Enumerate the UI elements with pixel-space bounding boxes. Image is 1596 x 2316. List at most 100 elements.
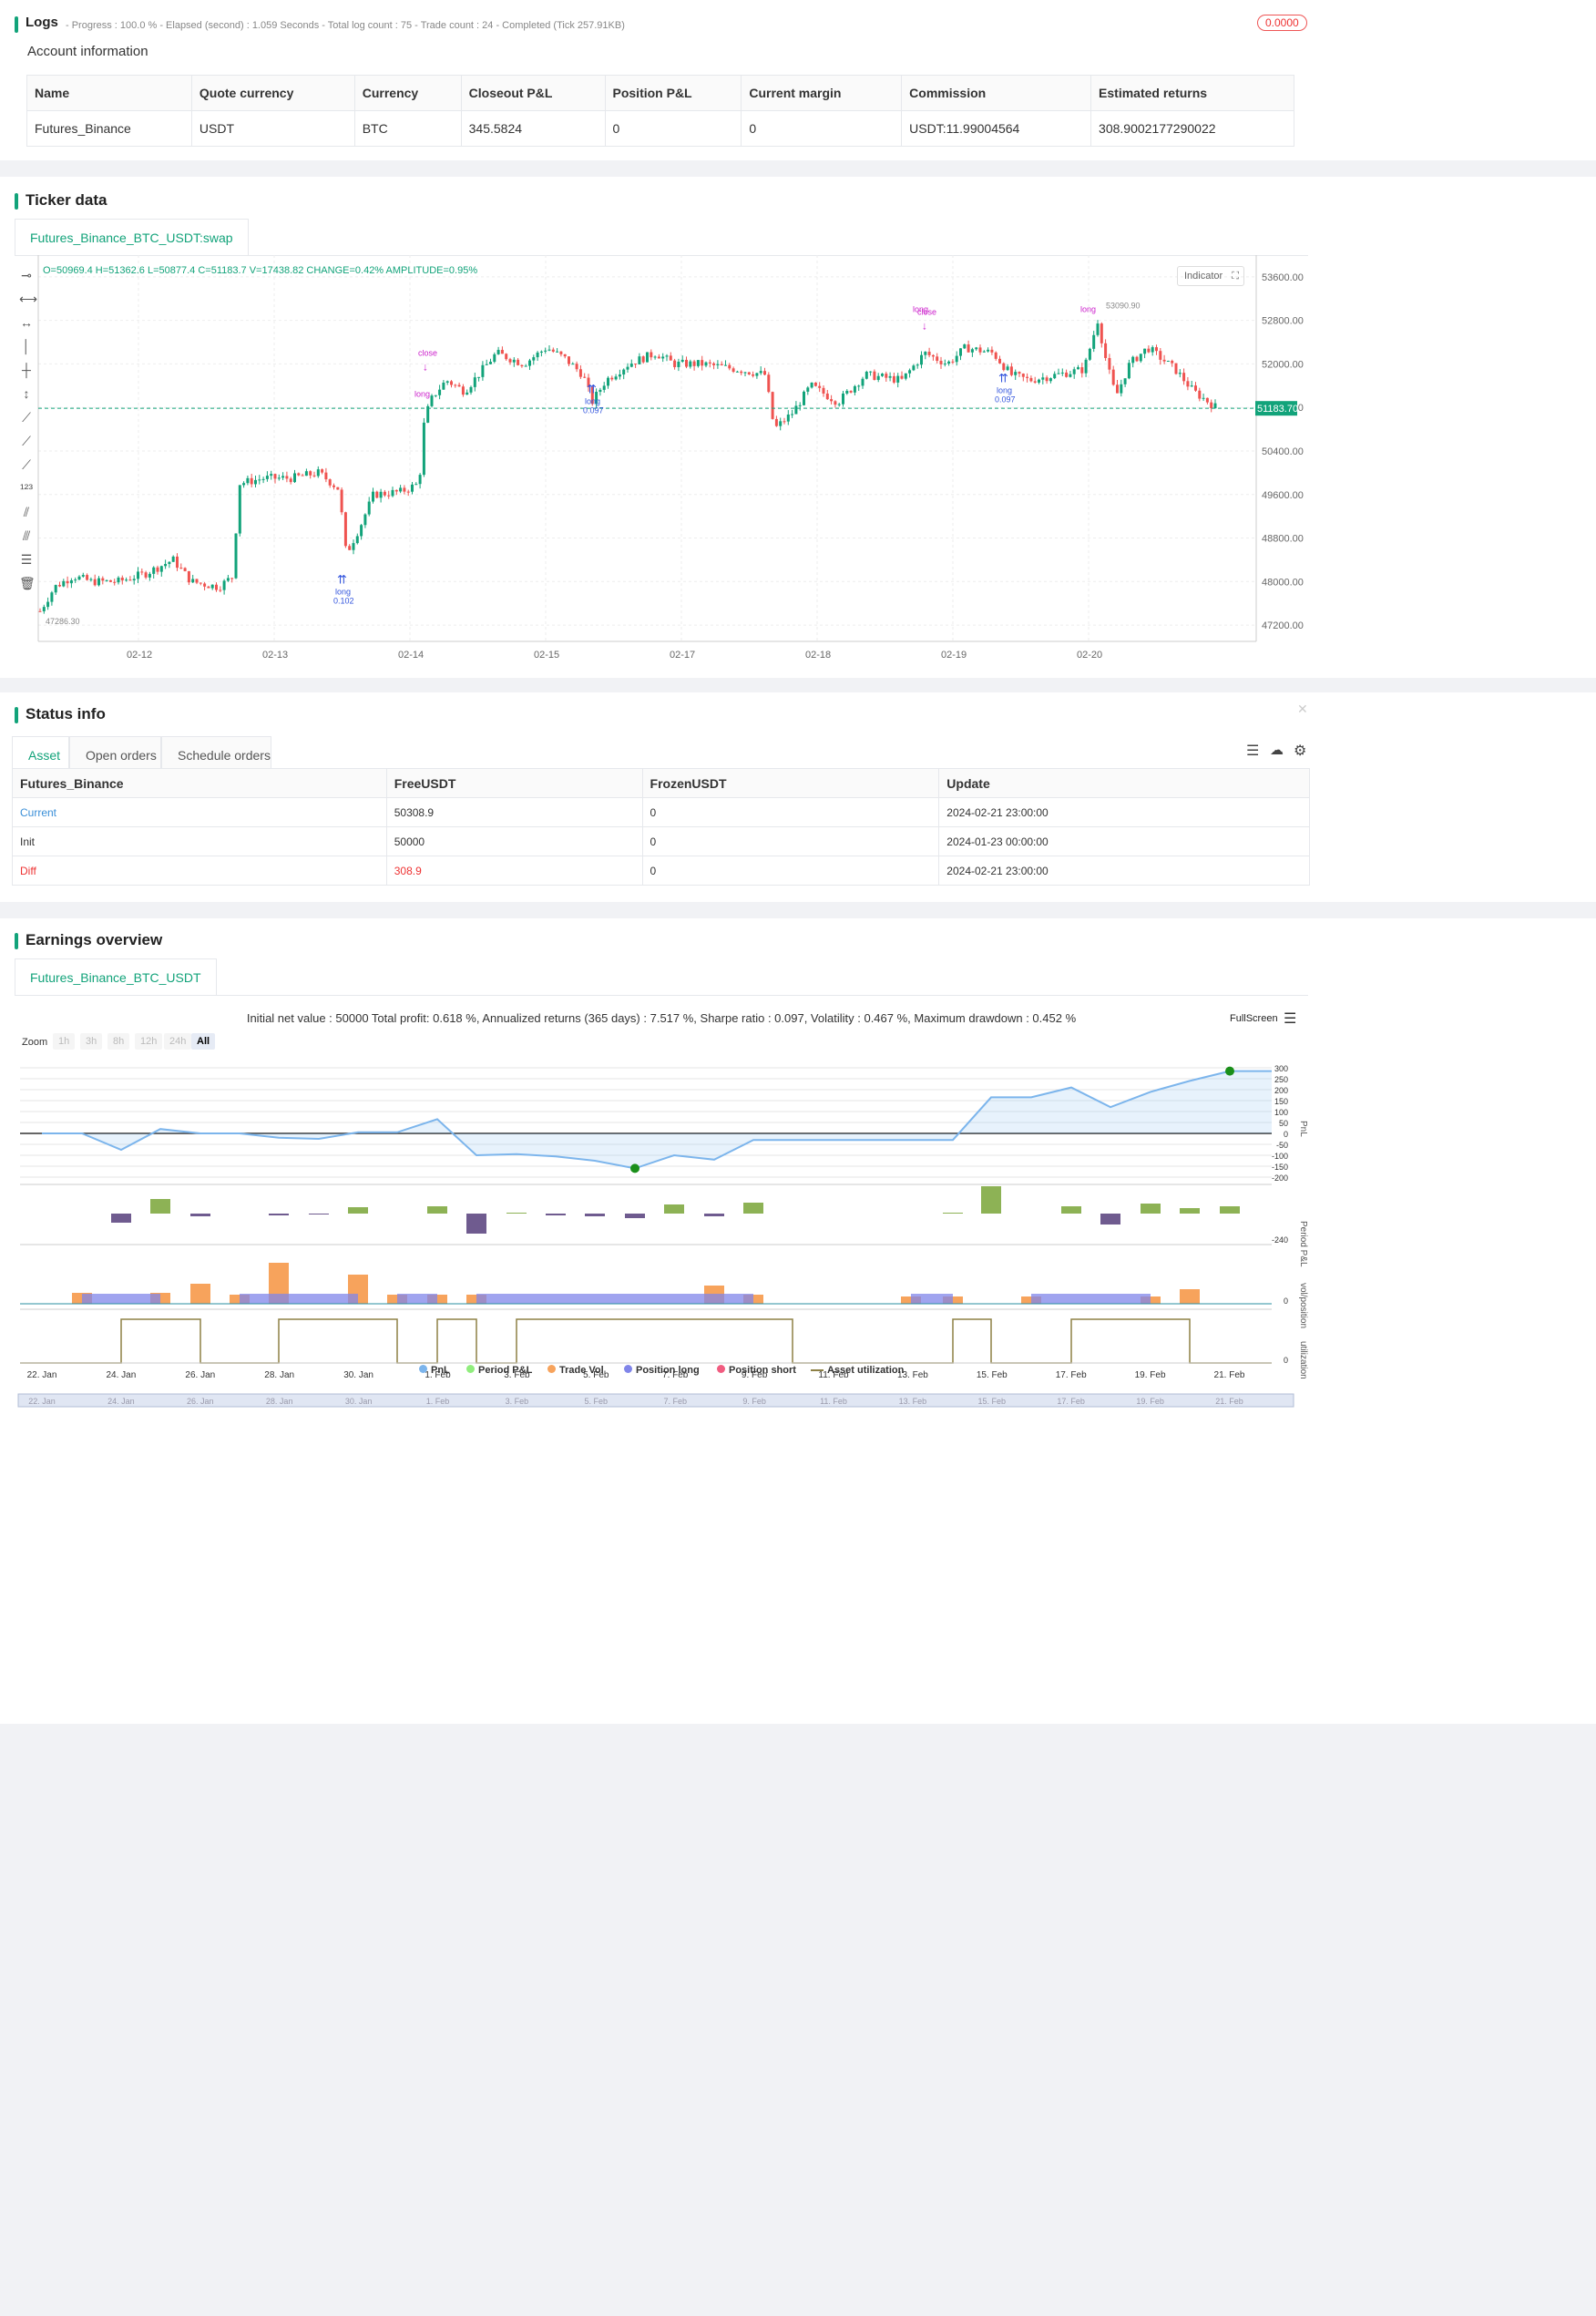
candle-body xyxy=(1014,372,1018,375)
candle-body xyxy=(1021,374,1025,377)
candle-body xyxy=(93,579,97,586)
candle-body xyxy=(1006,366,1009,371)
candle-body xyxy=(246,477,250,484)
navigator-tick: 26. Jan xyxy=(187,1397,214,1406)
candle-body xyxy=(1186,381,1190,387)
tab-open-orders[interactable]: Open orders xyxy=(69,736,161,773)
menu-icon[interactable]: ☰ xyxy=(1284,1009,1296,1028)
signal-size: 0.097 xyxy=(995,395,1016,404)
tab-ticker-swap[interactable]: Futures_Binance_BTC_USDT:swap xyxy=(15,219,249,255)
pnl-tick-label: -200 xyxy=(1272,1173,1288,1183)
candle-body xyxy=(1049,378,1052,382)
tab-schedule-orders[interactable]: Schedule orders xyxy=(161,736,271,773)
candle-body xyxy=(203,583,207,587)
logs-title: Logs xyxy=(15,15,58,33)
candle-body xyxy=(379,491,383,498)
candle-body xyxy=(759,371,762,374)
status-cell: 2024-01-23 00:00:00 xyxy=(938,826,1310,856)
legend-item-period-p-l[interactable]: Period P&L xyxy=(466,1365,532,1376)
candlestick-chart[interactable]: 53600.0052800.0052000.0051200.0050400.00… xyxy=(0,255,1312,665)
expand-icon[interactable]: ⛶ xyxy=(1232,267,1239,285)
candle-body xyxy=(1069,374,1072,377)
candle-body xyxy=(931,354,935,357)
max-point xyxy=(1225,1066,1234,1076)
candle-body xyxy=(783,421,786,423)
x-tick-label: 30. Jan xyxy=(343,1370,373,1380)
trade-vol-bar xyxy=(1180,1289,1200,1304)
zoom-24h-button[interactable]: 24h xyxy=(164,1033,192,1050)
status-header-cell: FreeUSDT xyxy=(385,768,643,798)
candle-body xyxy=(892,375,895,383)
candle-body xyxy=(1072,369,1076,374)
gear-icon[interactable]: ⚙ xyxy=(1294,742,1306,760)
candle-body xyxy=(1104,343,1108,358)
zoom-12h-button[interactable]: 12h xyxy=(135,1033,163,1050)
candle-body xyxy=(622,369,626,375)
zoom-3h-button[interactable]: 3h xyxy=(80,1033,103,1050)
y-tick-label: 49600.00 xyxy=(1262,490,1304,501)
list-icon[interactable]: ☰ xyxy=(1246,742,1259,760)
cloud-download-icon[interactable]: ☁ xyxy=(1270,742,1284,758)
legend-item-position-short[interactable]: Position short xyxy=(717,1365,796,1376)
candle-body xyxy=(406,491,410,493)
legend-item-trade-vol[interactable]: Trade Vol xyxy=(547,1365,604,1376)
candle-body xyxy=(261,478,265,480)
candle-body xyxy=(360,525,363,537)
candle-body xyxy=(348,546,352,550)
navigator-tick: 7. Feb xyxy=(663,1397,687,1406)
legend-item-asset-utilization[interactable]: Asset utilization xyxy=(811,1365,904,1376)
indicator-button[interactable]: Indicator ⛶ xyxy=(1177,266,1244,286)
candle-body xyxy=(924,352,927,355)
candle-body xyxy=(1038,379,1040,383)
fullscreen-button[interactable]: FullScreen xyxy=(1230,1013,1278,1024)
legend-item-position-long[interactable]: Position long xyxy=(624,1365,700,1376)
long-signal-label: long xyxy=(913,305,928,314)
candle-body xyxy=(394,489,398,492)
candle-body xyxy=(493,354,496,363)
candle-body xyxy=(842,393,844,405)
account-header-cell: Closeout P&L xyxy=(460,75,606,111)
candle-body xyxy=(728,364,732,369)
candle-body xyxy=(528,360,531,366)
close-icon[interactable]: ✕ xyxy=(1297,702,1308,717)
candle-body xyxy=(1041,377,1045,380)
navigator-bar[interactable] xyxy=(18,2301,1294,2316)
account-cell: Futures_Binance xyxy=(26,110,192,147)
candle-body xyxy=(786,414,790,422)
candle-body xyxy=(1065,372,1069,377)
candle-body xyxy=(908,370,912,374)
candle-body xyxy=(496,350,500,354)
candle-body xyxy=(215,584,218,590)
navigator-tick: 13. Feb xyxy=(899,1397,927,1406)
navigator-tick: 5. Feb xyxy=(585,1397,609,1406)
zoom-1h-button[interactable]: 1h xyxy=(53,1033,76,1050)
candle-body xyxy=(277,477,281,479)
x-tick-label: 02-13 xyxy=(262,650,288,661)
pnl-tick-label: -50 xyxy=(1276,1141,1288,1150)
candle-body xyxy=(54,585,57,593)
candle-body xyxy=(967,344,970,353)
candle-body xyxy=(226,578,230,581)
navigator-tick: 21. Feb xyxy=(1215,1397,1243,1406)
account-table: Name Quote currency Currency Closeout P&L Po… xyxy=(26,75,1294,147)
navigator-tick: 17. Feb xyxy=(1057,1397,1085,1406)
tab-asset[interactable]: Asset xyxy=(12,736,69,773)
earnings-chart[interactable]: 300 250 200 150 100 50 0 -50 -100 -150-200 -240 0 0 P… xyxy=(0,1053,1323,1563)
candle-body xyxy=(191,579,195,583)
candle-body xyxy=(779,421,783,426)
candle-body xyxy=(810,382,813,388)
zoom-8h-button[interactable]: 8h xyxy=(107,1033,130,1050)
pnl-tick-label: -100 xyxy=(1272,1152,1288,1161)
period-pnl-bar xyxy=(585,1214,605,1216)
status-cell[interactable]: Current xyxy=(12,797,387,827)
tab-earnings[interactable]: Futures_Binance_BTC_USDT xyxy=(15,958,217,995)
candle-body xyxy=(813,382,817,386)
period-pnl-bar xyxy=(348,1207,368,1214)
legend-item-pnl[interactable]: PnL xyxy=(419,1365,450,1376)
zoom-all-button[interactable]: All xyxy=(191,1033,216,1050)
earnings-summary: Initial net value : 50000 Total profit: … xyxy=(246,1011,1077,1025)
candle-body xyxy=(830,399,834,402)
candle-body xyxy=(641,356,645,363)
candle-body xyxy=(1100,323,1103,343)
candle-body xyxy=(1166,361,1170,363)
